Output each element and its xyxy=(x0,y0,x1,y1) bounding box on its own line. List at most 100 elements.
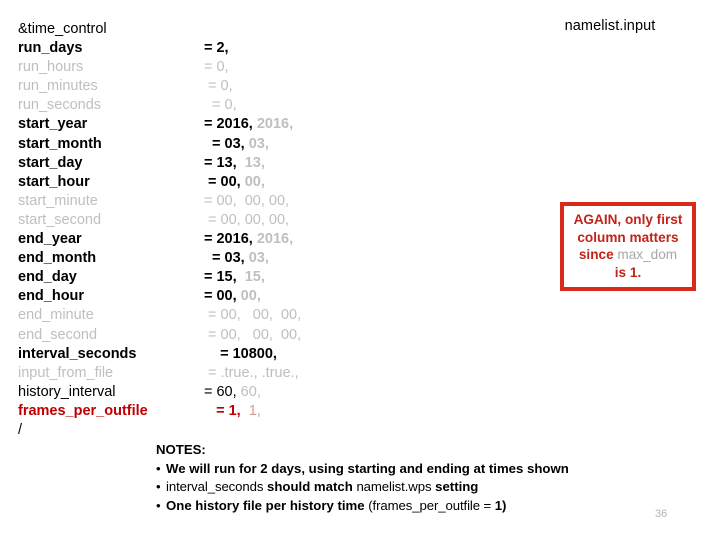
namelist-value-col1: = 00, xyxy=(204,288,237,305)
namelist-row: run_seconds = 0, xyxy=(18,96,488,115)
namelist-open-tag: &time_control xyxy=(18,21,107,37)
namelist-row: start_hour = 00, 00, xyxy=(18,173,488,192)
namelist-value-col1: = 03, xyxy=(204,135,245,152)
namelist-value-col2: 60, xyxy=(236,383,261,400)
namelist-key: end_minute xyxy=(18,307,94,324)
namelist-key: start_hour xyxy=(18,173,90,190)
namelist-values: = 00, 00, 00, xyxy=(204,192,289,211)
namelist-row: start_minute = 00, 00, 00, xyxy=(18,192,488,211)
namelist-value-col1: = 2016, xyxy=(204,231,253,248)
namelist-value-col1: = 0, xyxy=(204,78,233,95)
namelist-value-col2: 15, xyxy=(236,269,265,286)
namelist-value-col1: = 13, xyxy=(204,154,237,171)
bullet-icon: • xyxy=(156,497,161,513)
namelist-value-col1: = 00, xyxy=(204,173,241,190)
namelist-values: = 0, xyxy=(204,96,237,115)
namelist-row: end_minute = 00, 00, 00, xyxy=(18,306,488,325)
namelist-key: end_month xyxy=(18,250,97,267)
namelist-row: end_hour = 00, 00, xyxy=(18,287,488,306)
namelist-values: = 60, 60, xyxy=(204,383,261,402)
note-code-text: (frames_per_outfile = xyxy=(368,497,495,513)
namelist-row: run_hours = 0, xyxy=(18,58,488,77)
namelist-row: start_day = 13, 13, xyxy=(18,154,488,173)
namelist-values: = 00, 00, 00, xyxy=(204,211,289,230)
namelist-values: = 00, 00, xyxy=(204,287,261,306)
notes-list: • We will run for 2 days, using starting … xyxy=(156,460,656,516)
namelist-key: start_month xyxy=(18,135,102,152)
namelist-values: = 2016, 2016, xyxy=(204,230,293,249)
namelist-value-col1: = 00, xyxy=(204,192,237,209)
namelist-row: start_second = 00, 00, 00, xyxy=(18,211,488,230)
namelist-value-col3: 00, xyxy=(264,192,290,209)
note-text: , using starting and ending at times sho… xyxy=(301,460,569,476)
namelist-value-col1: = 00, xyxy=(204,211,241,228)
namelist-values: = 13, 13, xyxy=(204,154,265,173)
note-text: setting xyxy=(431,479,479,495)
note-text: should match xyxy=(263,479,357,495)
namelist-row: frames_per_outfile = 1, 1, xyxy=(18,402,488,421)
namelist-row: history_interval = 60, 60, xyxy=(18,383,488,402)
namelist-key: start_minute xyxy=(18,192,98,209)
namelist-key: start_year xyxy=(18,116,88,133)
namelist-row: end_month = 03, 03, xyxy=(18,249,488,268)
callout-line-4: is 1. xyxy=(614,264,642,280)
namelist-value-col1: = 1, xyxy=(204,402,241,419)
note-text: 2 days xyxy=(260,460,302,476)
namelist-value-col2: 2016, xyxy=(252,116,294,133)
namelist-key: frames_per_outfile xyxy=(18,402,148,419)
namelist-value-col2: 03, xyxy=(244,135,269,152)
namelist-values: = 15, 15, xyxy=(204,268,265,287)
note-item: • We will run for 2 days, using starting … xyxy=(156,460,656,479)
namelist-value-col2: 00, xyxy=(240,307,273,324)
namelist-values: = 03, 03, xyxy=(204,135,269,154)
namelist-value-col2: 00, xyxy=(240,326,273,343)
namelist-value-col2: 2016, xyxy=(252,231,294,248)
namelist-row: start_month = 03, 03, xyxy=(18,135,488,154)
callout-line-2: column matters xyxy=(577,229,679,245)
namelist-value-col2: 00, xyxy=(240,211,265,228)
namelist-values: = 00, 00, 00, xyxy=(204,306,301,325)
namelist-value-col2: 13, xyxy=(236,154,265,171)
namelist-key: run_minutes xyxy=(18,78,98,95)
namelist-row: end_year = 2016, 2016, xyxy=(18,230,488,249)
namelist-value-col2: 00, xyxy=(240,173,265,190)
namelist-value-col1: = 60, xyxy=(204,383,237,400)
namelist-value-col3: 00, xyxy=(264,211,290,228)
note-text: 1) xyxy=(494,497,507,513)
namelist-values: = 00, 00, 00, xyxy=(204,326,301,345)
namelist-values: = 10800, xyxy=(204,345,277,364)
namelist-value-col1: = 00, xyxy=(204,326,241,343)
callout-line-1: AGAIN, only first xyxy=(573,212,683,227)
namelist-value-col1: = 2, xyxy=(204,40,229,57)
namelist-value-col2: 03, xyxy=(244,250,269,267)
callout-box: AGAIN, only first column matters since m… xyxy=(560,202,696,291)
namelist-row: end_second = 00, 00, 00, xyxy=(18,326,488,345)
namelist-row: run_days = 2, xyxy=(18,39,488,58)
namelist-key: run_days xyxy=(18,40,83,57)
note-item: • One history file per history time (fram… xyxy=(156,497,656,516)
namelist-value-col1: = 2016, xyxy=(204,116,253,133)
namelist-rows: run_days = 2, run_hours = 0, run_minutes = 0… xyxy=(18,39,488,421)
notes-section: NOTES: • We will run for 2 days, using st… xyxy=(156,441,656,515)
callout-line-3-prefix: since xyxy=(578,247,618,262)
namelist-key: end_day xyxy=(18,269,77,286)
namelist-value-col2: .true., xyxy=(257,364,299,381)
namelist-value-col3: 00, xyxy=(272,307,302,324)
namelist-input-block: &time_control run_days = 2, run_hours = 0, r… xyxy=(18,20,488,440)
namelist-value-col2: 00, xyxy=(236,288,261,305)
namelist-key: input_from_file xyxy=(18,364,114,381)
notes-heading: NOTES: xyxy=(156,442,206,457)
namelist-row: start_year = 2016, 2016, xyxy=(18,115,488,134)
namelist-row: run_minutes = 0, xyxy=(18,77,488,96)
namelist-key: history_interval xyxy=(18,383,116,400)
namelist-values: = 03, 03, xyxy=(204,249,269,268)
namelist-value-col1: = 0, xyxy=(204,59,229,76)
namelist-values: = .true., .true., xyxy=(204,364,299,383)
namelist-value-col1: = .true., xyxy=(204,364,258,381)
namelist-key: interval_seconds xyxy=(18,345,137,362)
callout-line-3-code: max_dom xyxy=(617,247,678,262)
bullet-icon: • xyxy=(156,479,161,495)
namelist-row: end_day = 15, 15, xyxy=(18,268,488,287)
namelist-row: interval_seconds = 10800, xyxy=(18,345,488,364)
namelist-value-col1: = 00, xyxy=(204,307,241,324)
